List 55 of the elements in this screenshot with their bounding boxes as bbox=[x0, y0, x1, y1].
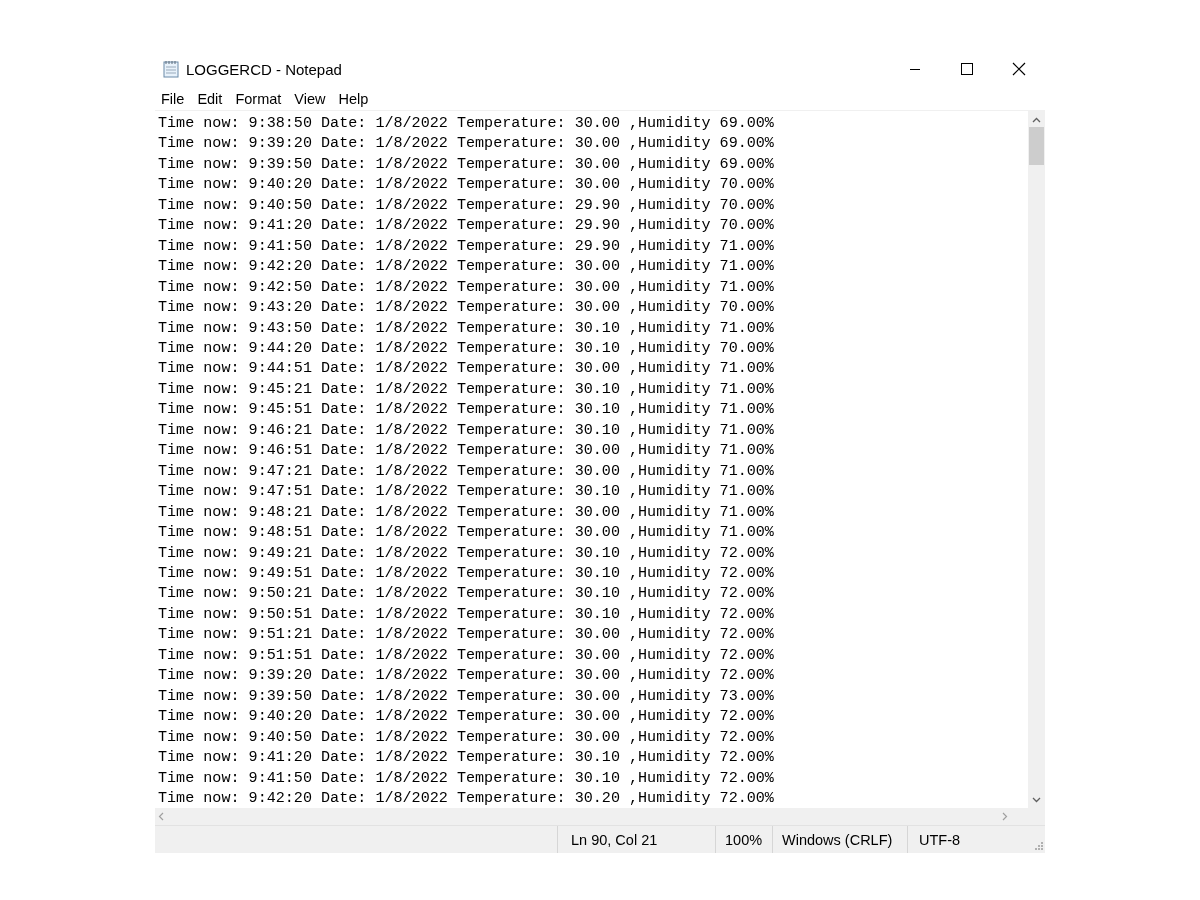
text-line: Time now: 9:46:51 Date: 1/8/2022 Temperature: 30.00 ,Humidity 71.00% bbox=[158, 440, 774, 461]
text-line: Time now: 9:43:20 Date: 1/8/2022 Temperature: 30.00 ,Humidity 70.00% bbox=[158, 297, 774, 318]
text-line: Time now: 9:48:51 Date: 1/8/2022 Temperature: 30.00 ,Humidity 71.00% bbox=[158, 522, 774, 543]
text-line: Time now: 9:44:20 Date: 1/8/2022 Temperature: 30.10 ,Humidity 70.00% bbox=[158, 338, 774, 359]
text-line: Time now: 9:46:21 Date: 1/8/2022 Temperature: 30.10 ,Humidity 71.00% bbox=[158, 419, 774, 441]
menu-item[interactable]: Format bbox=[229, 91, 289, 107]
text-line: Time now: 9:44:51 Date: 1/8/2022 Temperature: 30.00 ,Humidity 71.00% bbox=[158, 358, 774, 379]
text-line: Time now: 9:49:51 Date: 1/8/2022 Temperature: 30.10 ,Humidity 72.00% bbox=[158, 562, 774, 584]
maximize-icon bbox=[961, 63, 973, 75]
menu-item[interactable]: File bbox=[155, 91, 192, 107]
text-line: Time now: 9:40:20 Date: 1/8/2022 Temperature: 30.00 ,Humidity 72.00% bbox=[158, 706, 774, 727]
menu-item[interactable]: View bbox=[288, 91, 333, 107]
text-line: Time now: 9:50:21 Date: 1/8/2022 Temperature: 30.10 ,Humidity 72.00% bbox=[158, 583, 774, 604]
line-ending: Windows (CRLF) bbox=[772, 826, 907, 853]
text-line: Time now: 9:42:20 Date: 1/8/2022 Temperature: 30.00 ,Humidity 71.00% bbox=[158, 256, 774, 277]
text-line: Time now: 9:40:20 Date: 1/8/2022 Temperature: 30.00 ,Humidity 70.00% bbox=[158, 174, 774, 195]
cursor-position: Ln 90, Col 21 bbox=[557, 826, 715, 853]
text-line: Time now: 9:45:51 Date: 1/8/2022 Temperature: 30.10 ,Humidity 71.00% bbox=[158, 399, 774, 420]
notepad-icon bbox=[162, 60, 180, 78]
text-line: Time now: 9:39:50 Date: 1/8/2022 Temperature: 30.00 ,Humidity 73.00% bbox=[158, 685, 774, 707]
close-icon bbox=[1012, 62, 1026, 76]
text-line: Time now: 9:41:50 Date: 1/8/2022 Temperature: 30.10 ,Humidity 72.00% bbox=[158, 767, 774, 788]
horizontal-scrollbar[interactable] bbox=[155, 808, 1028, 825]
vertical-scrollbar[interactable] bbox=[1028, 111, 1045, 808]
menu-item[interactable]: Edit bbox=[191, 91, 230, 107]
text-line: Time now: 9:40:50 Date: 1/8/2022 Temperature: 30.00 ,Humidity 72.00% bbox=[158, 726, 774, 748]
text-line: Time now: 9:51:21 Date: 1/8/2022 Temperature: 30.00 ,Humidity 72.00% bbox=[158, 624, 774, 645]
text-line: Time now: 9:48:21 Date: 1/8/2022 Temperature: 30.00 ,Humidity 71.00% bbox=[158, 501, 774, 523]
scroll-right-icon[interactable] bbox=[1002, 812, 1008, 821]
scroll-left-icon[interactable] bbox=[158, 812, 164, 821]
scroll-down-icon[interactable] bbox=[1032, 797, 1041, 803]
text-line: Time now: 9:43:50 Date: 1/8/2022 Temperature: 30.10 ,Humidity 71.00% bbox=[158, 317, 774, 338]
resize-grip-icon[interactable] bbox=[1034, 841, 1043, 850]
text-line: Time now: 9:41:20 Date: 1/8/2022 Temperature: 30.10 ,Humidity 72.00% bbox=[158, 747, 774, 768]
menu-item[interactable]: Help bbox=[332, 91, 376, 107]
text-line: Time now: 9:39:20 Date: 1/8/2022 Temperature: 30.00 ,Humidity 72.00% bbox=[158, 665, 774, 686]
text-line: Time now: 9:47:51 Date: 1/8/2022 Temperature: 30.10 ,Humidity 71.00% bbox=[158, 481, 774, 502]
text-line: Time now: 9:42:20 Date: 1/8/2022 Temperature: 30.20 ,Humidity 72.00% bbox=[158, 787, 774, 808]
text-line: Time now: 9:45:21 Date: 1/8/2022 Temperature: 30.10 ,Humidity 71.00% bbox=[158, 378, 774, 400]
window-title: LOGGERCD - Notepad bbox=[186, 60, 343, 78]
scroll-thumb[interactable] bbox=[1029, 127, 1044, 165]
text-line: Time now: 9:38:50 Date: 1/8/2022 Temperature: 30.00 ,Humidity 69.00% bbox=[158, 113, 774, 134]
text-line: Time now: 9:39:20 Date: 1/8/2022 Temperature: 30.00 ,Humidity 69.00% bbox=[158, 133, 774, 154]
text-line: Time now: 9:41:50 Date: 1/8/2022 Temperature: 29.90 ,Humidity 71.00% bbox=[158, 235, 774, 257]
encoding: UTF-8 bbox=[907, 826, 1017, 853]
text-line: Time now: 9:50:51 Date: 1/8/2022 Temperature: 30.10 ,Humidity 72.00% bbox=[158, 603, 774, 625]
text-line: Time now: 9:51:51 Date: 1/8/2022 Temperature: 30.00 ,Humidity 72.00% bbox=[158, 644, 774, 666]
text-line: Time now: 9:42:50 Date: 1/8/2022 Temperature: 30.00 ,Humidity 71.00% bbox=[158, 276, 774, 298]
zoom-level: 100% bbox=[715, 826, 772, 853]
text-line: Time now: 9:39:50 Date: 1/8/2022 Temperature: 30.00 ,Humidity 69.00% bbox=[158, 153, 774, 175]
text-line: Time now: 9:49:21 Date: 1/8/2022 Temperature: 30.10 ,Humidity 72.00% bbox=[158, 542, 774, 563]
text-line: Time now: 9:47:21 Date: 1/8/2022 Temperature: 30.00 ,Humidity 71.00% bbox=[158, 460, 774, 482]
scroll-up-icon[interactable] bbox=[1032, 117, 1041, 123]
text-line: Time now: 9:40:50 Date: 1/8/2022 Temperature: 29.90 ,Humidity 70.00% bbox=[158, 194, 774, 216]
text-line: Time now: 9:41:20 Date: 1/8/2022 Temperature: 29.90 ,Humidity 70.00% bbox=[158, 215, 774, 236]
